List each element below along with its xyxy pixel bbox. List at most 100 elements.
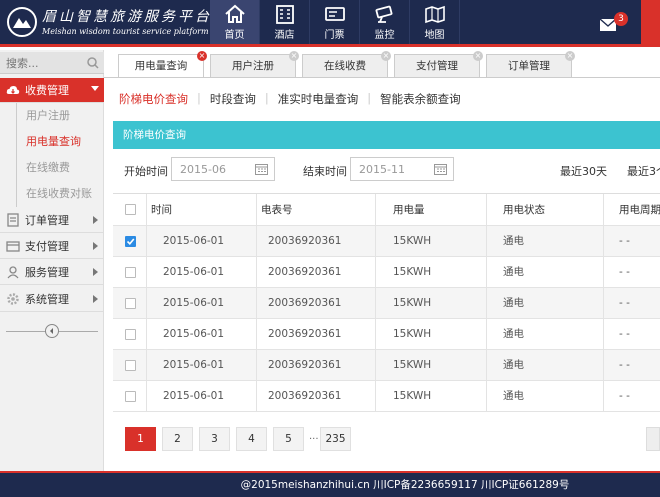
column-divider <box>486 194 487 412</box>
table-row[interactable]: 2015-06-01 20036920361 15KWH 通电 - - <box>113 288 660 319</box>
page-button[interactable]: 4 <box>236 427 267 451</box>
end-date-field[interactable] <box>350 157 454 181</box>
column-header-status: 用电状态 <box>503 204 545 216</box>
brand-title-en: Meishan wisdom tourist service platform <box>42 27 209 36</box>
close-icon[interactable]: × <box>289 51 299 61</box>
sidebar-item-services[interactable]: 服务管理 <box>0 260 104 285</box>
tab-payment-management[interactable]: 支付管理 × <box>394 51 483 78</box>
search-input[interactable] <box>6 56 84 70</box>
cell-time: 2015-06-01 <box>163 235 225 247</box>
table-row[interactable]: 2015-06-01 20036920361 15KWH 通电 - - <box>113 381 660 412</box>
table-row[interactable]: 2015-06-01 20036920361 15KWH 通电 - - <box>113 257 660 288</box>
submenu-reconciliation[interactable]: 在线收费对账 <box>0 181 104 207</box>
row-checkbox[interactable] <box>125 236 136 247</box>
ticket-icon <box>324 7 345 21</box>
sidebar-item-billing[interactable]: 收费管理 <box>0 78 104 103</box>
message-count-badge: 3 <box>614 12 628 26</box>
column-divider <box>603 194 604 412</box>
row-checkbox[interactable] <box>125 329 136 340</box>
cell-status: 通电 <box>503 266 524 278</box>
calendar-icon[interactable] <box>434 163 447 175</box>
subnav-meter-balance[interactable]: 智能表余额查询 <box>374 91 467 107</box>
tab-order-management[interactable]: 订单管理 × <box>486 51 575 78</box>
next-page-button[interactable] <box>646 427 660 451</box>
row-checkbox[interactable] <box>125 391 136 402</box>
nav-ticket[interactable]: 门票 <box>310 0 360 44</box>
close-icon[interactable]: × <box>197 51 207 61</box>
tab-label: 用户注册 <box>232 60 274 72</box>
row-checkbox[interactable] <box>125 298 136 309</box>
column-header-period: 用电周期 <box>619 204 660 216</box>
subnav-period[interactable]: 时段查询 <box>204 91 262 107</box>
search-icon[interactable] <box>87 57 99 69</box>
page-button[interactable]: 2 <box>162 427 193 451</box>
start-date-field[interactable] <box>171 157 275 181</box>
nav-home-label: 首页 <box>224 30 245 41</box>
page-button[interactable]: 5 <box>273 427 304 451</box>
messages-button[interactable]: 3 <box>598 10 628 36</box>
cell-meter: 20036920361 <box>268 266 342 278</box>
subnav-realtime[interactable]: 准实时电量查询 <box>272 91 365 107</box>
calendar-icon[interactable] <box>255 163 268 175</box>
close-icon[interactable]: × <box>473 51 483 61</box>
nav-home[interactable]: 首页 <box>210 0 260 44</box>
cell-usage: 15KWH <box>393 297 432 309</box>
tab-usage-query[interactable]: 用电量查询 × <box>118 51 207 78</box>
end-date-input[interactable] <box>359 162 429 176</box>
end-date-label: 结束时间 <box>303 165 347 178</box>
nav-ticket-label: 门票 <box>324 30 345 41</box>
table-row[interactable]: 2015-06-01 20036920361 15KWH 通电 - - <box>113 350 660 381</box>
cell-time: 2015-06-01 <box>163 328 225 340</box>
column-header-meter: 电表号 <box>261 204 293 216</box>
cell-meter: 20036920361 <box>268 235 342 247</box>
cloud-icon <box>6 86 20 94</box>
cell-meter: 20036920361 <box>268 390 342 402</box>
submenu-online-payment[interactable]: 在线缴费 <box>0 155 104 181</box>
sidebar-item-payments[interactable]: 支付管理 <box>0 234 104 259</box>
chevron-right-icon <box>93 295 98 303</box>
nav-hotel[interactable]: 酒店 <box>260 0 310 44</box>
sidebar-collapse-toggle[interactable] <box>0 324 104 338</box>
panel-title: 阶梯电价查询 <box>113 121 660 149</box>
cell-period: - - <box>619 328 630 340</box>
collapse-circle <box>45 324 59 338</box>
tab-online-charge[interactable]: 在线收费 × <box>302 51 391 78</box>
sidebar-item-system[interactable]: 系统管理 <box>0 287 104 312</box>
nav-hotel-label: 酒店 <box>274 30 295 41</box>
last-3-months-link[interactable]: 最近3个 <box>627 163 660 179</box>
last-page-button[interactable]: 235 <box>320 427 351 451</box>
nav-map[interactable]: 地图 <box>410 0 460 44</box>
cell-status: 通电 <box>503 359 524 371</box>
submenu-user-register[interactable]: 用户注册 <box>0 103 104 129</box>
cell-period: - - <box>619 359 630 371</box>
table-row[interactable]: 2015-06-01 20036920361 15KWH 通电 - - <box>113 226 660 257</box>
sidebar-item-orders[interactable]: 订单管理 <box>0 208 104 233</box>
close-icon[interactable]: × <box>381 51 391 61</box>
building-icon <box>275 5 294 24</box>
user-menu-button[interactable] <box>641 0 660 44</box>
query-subnav: 阶梯电价查询 | 时段查询 | 准实时电量查询 | 智能表余额查询 <box>119 91 467 107</box>
subnav-tiered-price[interactable]: 阶梯电价查询 <box>119 91 194 107</box>
top-header: 眉山智慧旅游服务平台 Meishan wisdom tourist servic… <box>0 0 660 47</box>
chevron-down-icon <box>91 86 99 91</box>
cell-usage: 15KWH <box>393 266 432 278</box>
sidebar: 收费管理 用户注册 用电量查询 在线缴费 在线收费对账 订单管理 支付管理 服务… <box>0 50 104 471</box>
footer-copyright: @2015meishanzhihui.cn 川ICP备2236659117 川I… <box>240 479 570 491</box>
last-30-days-link[interactable]: 最近30天 <box>560 163 607 179</box>
brand-logo[interactable]: 眉山智慧旅游服务平台 Meishan wisdom tourist servic… <box>6 4 209 40</box>
nav-monitor[interactable]: 监控 <box>360 0 410 44</box>
page-button[interactable]: 3 <box>199 427 230 451</box>
row-checkbox[interactable] <box>125 360 136 371</box>
row-checkbox[interactable] <box>125 267 136 278</box>
wallet-icon <box>6 241 20 252</box>
submenu-usage-query[interactable]: 用电量查询 <box>0 129 104 155</box>
tab-user-register[interactable]: 用户注册 × <box>210 51 299 78</box>
close-icon[interactable]: × <box>565 51 575 61</box>
start-date-input[interactable] <box>180 162 250 176</box>
nav-monitor-label: 监控 <box>374 30 395 41</box>
cell-status: 通电 <box>503 390 524 402</box>
page-button[interactable]: 1 <box>125 427 156 451</box>
tab-label: 用电量查询 <box>134 60 188 72</box>
table-row[interactable]: 2015-06-01 20036920361 15KWH 通电 - - <box>113 319 660 350</box>
select-all-checkbox[interactable] <box>125 204 136 215</box>
